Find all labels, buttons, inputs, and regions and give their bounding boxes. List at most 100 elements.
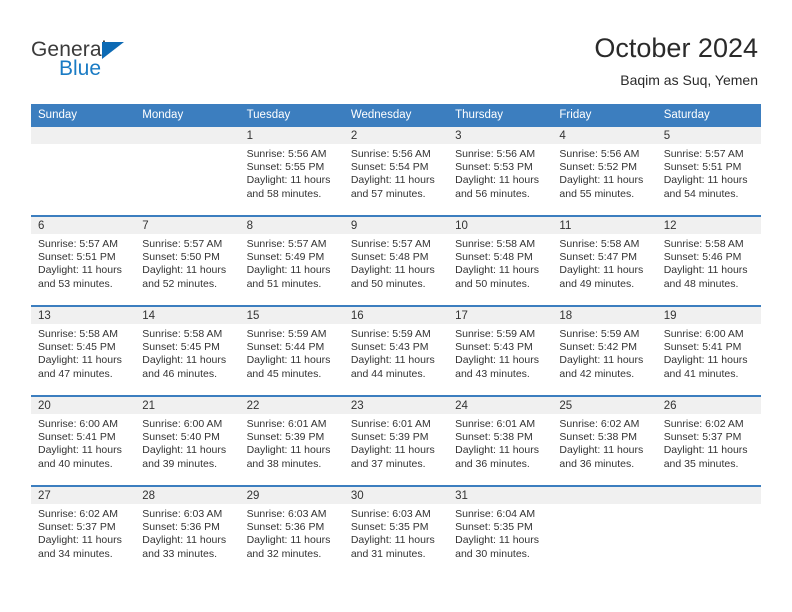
day-cell-inner: 12 Sunrise: 5:58 AM Sunset: 5:46 PM Dayligh… xyxy=(656,217,761,305)
day-number: 23 xyxy=(343,397,449,414)
day-cell-inner: 21 Sunrise: 6:00 AM Sunset: 5:40 PM Dayligh… xyxy=(135,397,240,485)
daylight-text-line2: and 45 minutes. xyxy=(246,367,322,380)
sunrise-text: Sunrise: 6:01 AM xyxy=(350,418,431,430)
sunset-text: Sunset: 5:51 PM xyxy=(663,161,742,174)
calendar-day-cell[interactable]: 31 Sunrise: 6:04 AM Sunset: 5:35 PM Dayligh… xyxy=(448,485,553,575)
calendar-day-cell[interactable]: 3 Sunrise: 5:56 AM Sunset: 5:53 PM Daylight… xyxy=(448,127,553,216)
sunrise-text: Sunrise: 5:59 AM xyxy=(246,328,327,340)
daylight-text-line2: and 43 minutes. xyxy=(455,367,530,380)
general-blue-logo[interactable]: General Blue xyxy=(31,38,211,88)
day-cell-inner: 27 Sunrise: 6:02 AM Sunset: 5:37 PM Dayligh… xyxy=(31,487,136,575)
sunrise-text: Sunrise: 6:00 AM xyxy=(142,418,223,430)
daylight-text-line2: and 47 minutes. xyxy=(38,367,113,380)
calendar-week-row: 13 Sunrise: 5:58 AM Sunset: 5:45 PM Dayligh… xyxy=(31,305,761,396)
calendar-day-cell[interactable]: 26 Sunrise: 6:02 AM Sunset: 5:37 PM Dayligh… xyxy=(656,395,761,486)
day-cell-inner: 26 Sunrise: 6:02 AM Sunset: 5:37 PM Dayligh… xyxy=(656,397,761,485)
day-number: 20 xyxy=(31,397,136,414)
day-number: 14 xyxy=(135,307,240,324)
sunset-text: Sunset: 5:48 PM xyxy=(350,251,429,264)
day-number: 12 xyxy=(656,217,761,234)
calendar-day-cell[interactable]: 10 Sunrise: 5:58 AM Sunset: 5:48 PM Dayligh… xyxy=(448,215,553,306)
daylight-text-line2: and 57 minutes. xyxy=(350,187,426,200)
sunset-text: Sunset: 5:37 PM xyxy=(663,431,742,444)
day-cell-inner: 2 Sunrise: 5:56 AM Sunset: 5:54 PM Daylight… xyxy=(343,127,449,215)
daylight-text-line2: and 58 minutes. xyxy=(246,187,322,200)
day-cell-inner: 13 Sunrise: 5:58 AM Sunset: 5:45 PM Dayligh… xyxy=(31,307,136,395)
calendar-day-cell[interactable]: 30 Sunrise: 6:03 AM Sunset: 5:35 PM Dayligh… xyxy=(343,485,449,575)
day-cell-inner: 8 Sunrise: 5:57 AM Sunset: 5:49 PM Daylight… xyxy=(239,217,344,305)
sunset-text: Sunset: 5:50 PM xyxy=(142,251,220,264)
calendar-day-cell[interactable]: 25 Sunrise: 6:02 AM Sunset: 5:38 PM Dayligh… xyxy=(552,395,657,486)
day-number: 18 xyxy=(552,307,657,324)
daylight-text-line2: and 34 minutes. xyxy=(38,547,113,560)
daylight-text-line2: and 46 minutes. xyxy=(142,367,217,380)
day-cell-inner: 29 Sunrise: 6:03 AM Sunset: 5:36 PM Dayligh… xyxy=(239,487,344,575)
day-details: Sunrise: 5:59 AM Sunset: 5:42 PM Daylight:… xyxy=(552,324,656,381)
calendar-day-cell[interactable]: 29 Sunrise: 6:03 AM Sunset: 5:36 PM Dayligh… xyxy=(239,485,344,575)
calendar-day-cell[interactable]: 23 Sunrise: 6:01 AM Sunset: 5:39 PM Dayligh… xyxy=(343,395,449,486)
day-number xyxy=(656,487,761,504)
calendar-day-cell[interactable]: 12 Sunrise: 5:58 AM Sunset: 5:46 PM Dayligh… xyxy=(656,215,761,306)
calendar-day-cell[interactable]: 7 Sunrise: 5:57 AM Sunset: 5:50 PM Daylight… xyxy=(135,215,240,306)
daylight-text-line2: and 55 minutes. xyxy=(559,187,635,200)
calendar-day-cell[interactable]: 15 Sunrise: 5:59 AM Sunset: 5:44 PM Dayligh… xyxy=(239,305,344,396)
day-cell-inner: 10 Sunrise: 5:58 AM Sunset: 5:48 PM Dayligh… xyxy=(448,217,553,305)
calendar-day-cell xyxy=(552,485,657,575)
calendar-day-cell[interactable]: 28 Sunrise: 6:03 AM Sunset: 5:36 PM Dayligh… xyxy=(135,485,240,575)
daylight-text-line1: Daylight: 11 hours xyxy=(38,534,122,547)
calendar-day-cell[interactable]: 17 Sunrise: 5:59 AM Sunset: 5:43 PM Dayligh… xyxy=(448,305,553,396)
day-number: 7 xyxy=(135,217,240,234)
sunrise-text: Sunrise: 6:00 AM xyxy=(38,418,118,430)
day-cell-inner: 16 Sunrise: 5:59 AM Sunset: 5:43 PM Dayligh… xyxy=(343,307,449,395)
sunrise-text: Sunrise: 6:02 AM xyxy=(663,418,744,430)
day-details: Sunrise: 5:58 AM Sunset: 5:45 PM Daylight:… xyxy=(31,324,135,381)
day-cell-inner: 22 Sunrise: 6:01 AM Sunset: 5:39 PM Dayligh… xyxy=(239,397,344,485)
daylight-text-line2: and 53 minutes. xyxy=(38,277,113,290)
calendar-day-cell[interactable]: 4 Sunrise: 5:56 AM Sunset: 5:52 PM Daylight… xyxy=(552,127,657,216)
day-details: Sunrise: 5:57 AM Sunset: 5:50 PM Daylight:… xyxy=(135,234,239,291)
calendar-day-cell[interactable]: 1 Sunrise: 5:56 AM Sunset: 5:55 PM Daylight… xyxy=(239,127,344,216)
daylight-text-line1: Daylight: 11 hours xyxy=(350,354,435,367)
day-cell-inner: 3 Sunrise: 5:56 AM Sunset: 5:53 PM Daylight… xyxy=(448,127,553,215)
daylight-text-line2: and 48 minutes. xyxy=(663,277,739,290)
calendar-day-cell[interactable]: 9 Sunrise: 5:57 AM Sunset: 5:48 PM Daylight… xyxy=(343,215,449,306)
calendar-day-cell[interactable]: 20 Sunrise: 6:00 AM Sunset: 5:41 PM Dayligh… xyxy=(31,395,136,486)
logo-text-blue: Blue xyxy=(59,57,102,80)
calendar-day-cell[interactable]: 24 Sunrise: 6:01 AM Sunset: 5:38 PM Dayligh… xyxy=(448,395,553,486)
calendar-day-cell[interactable]: 8 Sunrise: 5:57 AM Sunset: 5:49 PM Daylight… xyxy=(239,215,344,306)
daylight-text-line1: Daylight: 11 hours xyxy=(246,444,331,457)
calendar-day-cell[interactable]: 16 Sunrise: 5:59 AM Sunset: 5:43 PM Dayligh… xyxy=(343,305,449,396)
day-details: Sunrise: 6:03 AM Sunset: 5:35 PM Daylight:… xyxy=(344,504,448,561)
daylight-text-line2: and 32 minutes. xyxy=(246,547,322,560)
daylight-text-line1: Daylight: 11 hours xyxy=(455,354,539,367)
day-number: 11 xyxy=(552,217,657,234)
day-details: Sunrise: 5:58 AM Sunset: 5:48 PM Daylight:… xyxy=(448,234,552,291)
calendar-day-cell[interactable]: 18 Sunrise: 5:59 AM Sunset: 5:42 PM Dayligh… xyxy=(552,305,657,396)
calendar-day-cell[interactable]: 5 Sunrise: 5:57 AM Sunset: 5:51 PM Daylight… xyxy=(656,127,761,216)
sunrise-text: Sunrise: 6:01 AM xyxy=(246,418,327,430)
day-number: 10 xyxy=(448,217,553,234)
calendar-day-cell xyxy=(31,127,136,216)
sunset-text: Sunset: 5:40 PM xyxy=(142,431,220,444)
calendar-day-cell[interactable]: 19 Sunrise: 6:00 AM Sunset: 5:41 PM Dayligh… xyxy=(656,305,761,396)
calendar-day-cell[interactable]: 21 Sunrise: 6:00 AM Sunset: 5:40 PM Dayligh… xyxy=(135,395,240,486)
day-cell-inner: 24 Sunrise: 6:01 AM Sunset: 5:38 PM Dayligh… xyxy=(448,397,553,485)
day-cell-inner xyxy=(656,487,761,575)
weekday-header-monday: Monday xyxy=(135,104,240,127)
calendar-day-cell[interactable]: 11 Sunrise: 5:58 AM Sunset: 5:47 PM Dayligh… xyxy=(552,215,657,306)
calendar-day-cell[interactable]: 13 Sunrise: 5:58 AM Sunset: 5:45 PM Dayligh… xyxy=(31,305,136,396)
calendar-day-cell[interactable]: 6 Sunrise: 5:57 AM Sunset: 5:51 PM Daylight… xyxy=(31,215,136,306)
day-cell-inner: 18 Sunrise: 5:59 AM Sunset: 5:42 PM Dayligh… xyxy=(552,307,657,395)
day-cell-inner: 14 Sunrise: 5:58 AM Sunset: 5:45 PM Dayligh… xyxy=(135,307,240,395)
sunrise-text: Sunrise: 5:58 AM xyxy=(142,328,223,340)
calendar-day-cell[interactable]: 27 Sunrise: 6:02 AM Sunset: 5:37 PM Dayligh… xyxy=(31,485,136,575)
sunset-text: Sunset: 5:36 PM xyxy=(142,521,220,534)
weekday-header-saturday: Saturday xyxy=(656,104,761,127)
calendar-day-cell[interactable]: 22 Sunrise: 6:01 AM Sunset: 5:39 PM Dayligh… xyxy=(239,395,344,486)
calendar-day-cell[interactable]: 2 Sunrise: 5:56 AM Sunset: 5:54 PM Daylight… xyxy=(343,127,449,216)
day-cell-inner xyxy=(552,487,657,575)
calendar-grid: Sunday Monday Tuesday Wednesday Thursday… xyxy=(31,104,761,575)
calendar-day-cell[interactable]: 14 Sunrise: 5:58 AM Sunset: 5:45 PM Dayligh… xyxy=(135,305,240,396)
daylight-text-line1: Daylight: 11 hours xyxy=(350,264,435,277)
daylight-text-line1: Daylight: 11 hours xyxy=(246,264,331,277)
